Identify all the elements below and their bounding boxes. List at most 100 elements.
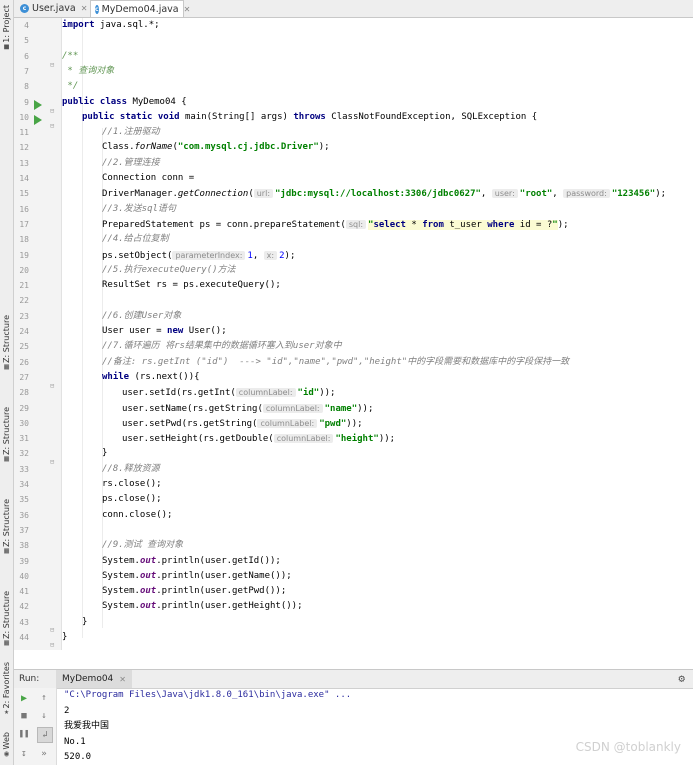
keyword: import (62, 20, 95, 30)
fold-icon[interactable]: ⊟ (50, 379, 54, 394)
code-line-17: PreparedStatement ps = conn.prepareState… (102, 217, 569, 232)
code-line-27: while (rs.next()){ (102, 370, 200, 385)
console-line-command: "C:\Program Files\Java\jdk1.8.0_161\bin\… (64, 690, 352, 700)
console-line: 2 (64, 705, 70, 716)
structure-tool-tab[interactable]: Z: Structure ▦ (0, 407, 13, 462)
structure-tool-label: Z: Structure (2, 315, 11, 363)
fold-icon[interactable]: ⊟ (50, 455, 54, 470)
console-line: 520.0 (64, 752, 92, 762)
console-line: No.1 (64, 736, 86, 747)
ide-window: 1: Project ■ Z: Structure ▦ Z: Structure… (0, 0, 693, 765)
structure-tool-tab[interactable]: Z: Structure ▦ (0, 499, 13, 554)
code-text: * (405, 219, 423, 230)
line-number: 14 (19, 174, 29, 183)
fold-icon[interactable]: ⊟ (50, 58, 54, 73)
structure-tool-label: Z: Structure (2, 591, 11, 639)
code-line-13: //2.管理连接 (102, 157, 160, 168)
line-number: 35 (19, 495, 29, 505)
code-text: java.sql.*; (94, 20, 160, 30)
scroll-end-icon[interactable]: ↧ (17, 747, 31, 761)
line-number: 4 (24, 21, 29, 30)
code-line-18: //4.给占位复制 (102, 234, 169, 245)
line-number: 29 (19, 403, 29, 413)
line-number: 42 (19, 602, 29, 612)
line-number: 30 (19, 418, 29, 428)
line-number: 39 (19, 556, 29, 566)
code-line-10: public static void main(String[] args) t… (82, 110, 537, 125)
code-text: )); (319, 388, 336, 399)
web-tool-tab[interactable]: Web ◉ (0, 728, 13, 762)
code-area[interactable]: import java.sql.*; /** * 查询对象 */ public … (62, 18, 693, 650)
gear-icon[interactable]: ⚙ (678, 670, 685, 688)
line-number: 38 (19, 541, 29, 551)
stop-icon[interactable]: ■ (17, 709, 31, 723)
run-config-tab[interactable]: MyDemo04 ✕ (56, 670, 132, 688)
fold-icon[interactable]: ⊟ (50, 638, 54, 653)
pause-icon[interactable]: ❚❚ (17, 727, 31, 741)
close-icon[interactable]: ✕ (81, 4, 88, 13)
code-line-44: } (62, 632, 68, 642)
code-line-16: //3.发送sql语句 (102, 203, 176, 214)
string-literal: "123456" (611, 189, 656, 200)
static-field: out (139, 555, 157, 566)
favorites-tool-label: 2: Favorites (2, 661, 11, 709)
tab-mydemo04-java[interactable]: c MyDemo04.java ✕ (90, 0, 190, 17)
close-icon[interactable]: ✕ (119, 675, 126, 684)
favorites-tool-tab[interactable]: 2: Favorites ★ (0, 662, 13, 716)
code-text: ClassNotFoundException, SQLException { (325, 111, 538, 122)
java-class-icon: c (95, 4, 99, 14)
up-arrow-icon[interactable]: ↑ (37, 691, 51, 705)
parameter-hint: user: (491, 189, 518, 199)
code-editor[interactable]: 4 5 6 7 8 9 10 11 12 13 14 15 16 17 18 19 20 21 22 23 24 25 26… (14, 18, 693, 650)
run-config-label: MyDemo04 (62, 674, 114, 684)
static-field: out (139, 570, 157, 581)
structure-icon: ▦ (4, 637, 9, 647)
parameter-hint: password: (563, 189, 610, 199)
code-text: user.setId(rs.getInt( (122, 388, 236, 399)
line-number: 25 (19, 342, 29, 352)
more-icon[interactable]: » (37, 747, 51, 761)
code-text: ); (318, 142, 330, 153)
code-line-4: import java.sql.*; (62, 18, 160, 33)
project-tool-tab[interactable]: 1: Project ■ (0, 4, 13, 52)
code-text: PreparedStatement ps = conn.prepareState… (102, 219, 346, 230)
code-text: )); (346, 418, 363, 429)
run-class-icon[interactable] (34, 100, 42, 110)
code-text: User user = (102, 326, 168, 336)
code-text: t_user (443, 219, 488, 230)
code-text: ); (655, 189, 667, 200)
line-number: 40 (19, 571, 29, 581)
run-main-icon[interactable] (34, 115, 42, 125)
parameter-hint: columnLabel: (257, 418, 318, 428)
code-line-20: //5.执行executeQuery()方法 (102, 264, 236, 275)
code-text: user.setPwd(rs.getString( (122, 418, 258, 429)
code-line-14: Connection conn = (102, 173, 195, 183)
code-text: .println(user.getHeight()); (156, 601, 303, 612)
line-number: 19 (19, 250, 29, 260)
code-line-41: System.out.println(user.getPwd()); (102, 584, 286, 599)
run-toolbar: ▶ ↑ ■ ↓ ❚❚ ↲ ↧ » (14, 688, 57, 765)
line-number: 41 (19, 587, 29, 597)
parameter-hint: columnLabel: (273, 434, 334, 444)
code-line-42: System.out.println(user.getHeight()); (102, 599, 303, 614)
structure-tool-tab[interactable]: Z: Structure ▦ (0, 315, 13, 370)
fold-icon[interactable]: ⊟ (50, 623, 54, 638)
line-number: 17 (19, 219, 29, 229)
fold-icon[interactable]: ⊟ (50, 104, 54, 119)
fold-icon[interactable]: ⊟ (50, 119, 54, 134)
structure-tool-tab[interactable]: Z: Structure ▦ (0, 591, 13, 647)
code-line-26: //备注: rs.getInt ("id") ---> "id","name",… (102, 356, 570, 367)
code-line-21: ResultSet rs = ps.executeQuery(); (102, 280, 281, 291)
tab-user-java[interactable]: c User.java ✕ (16, 0, 88, 17)
code-text: , (252, 250, 264, 261)
down-arrow-icon[interactable]: ↓ (37, 709, 51, 723)
rerun-icon[interactable]: ▶ (17, 691, 31, 705)
keyword: public class (62, 96, 128, 107)
line-number: 24 (19, 327, 29, 336)
structure-tool-label: Z: Structure (2, 407, 11, 455)
soft-wrap-icon[interactable]: ↲ (37, 727, 53, 743)
close-icon[interactable]: ✕ (184, 5, 191, 14)
run-panel-header: Run: MyDemo04 ✕ ⚙ (14, 669, 693, 689)
line-number: 22 (19, 296, 29, 306)
code-text: ps.setObject( (102, 250, 173, 261)
